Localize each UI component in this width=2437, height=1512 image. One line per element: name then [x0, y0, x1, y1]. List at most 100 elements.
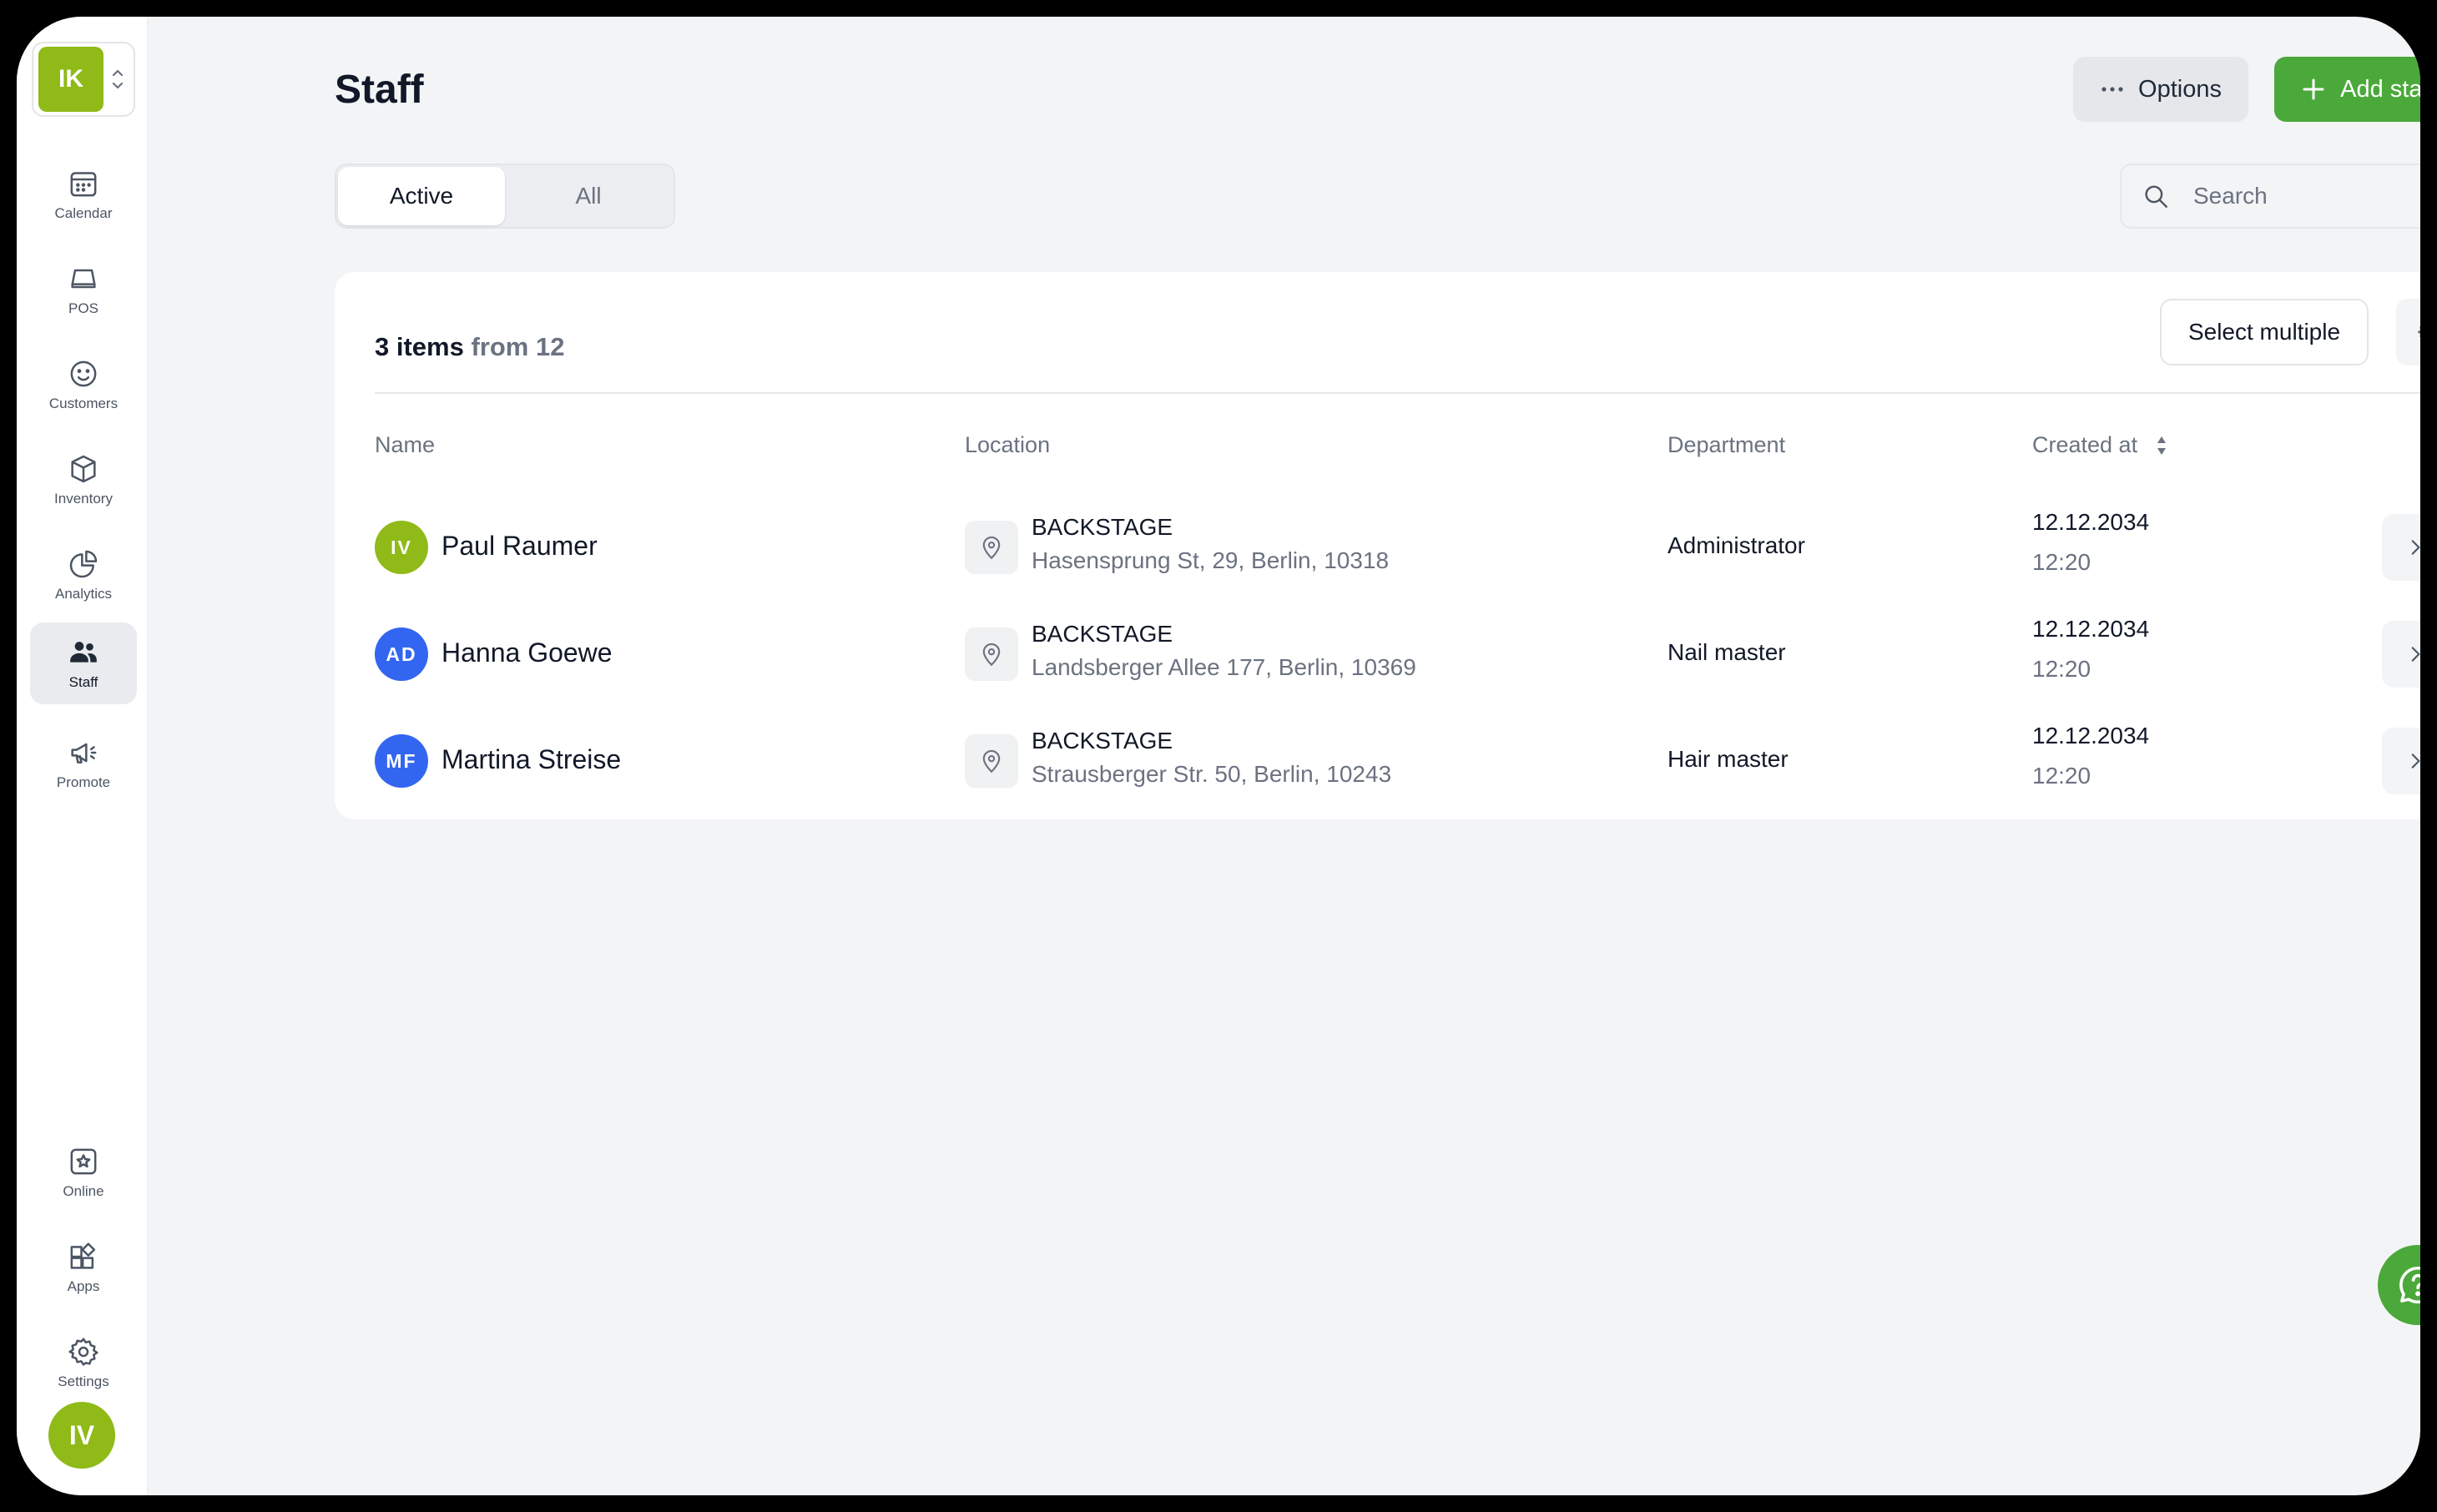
table-settings-button[interactable]: [2396, 299, 2420, 365]
staff-name: Paul Raumer: [441, 531, 598, 561]
column-header-created-at[interactable]: Created at: [2032, 432, 2167, 458]
staff-name: Hanna Goewe: [441, 638, 613, 668]
plus-icon: [2303, 78, 2324, 100]
sidebar-item-customers[interactable]: Customers: [30, 344, 137, 426]
sidebar-item-label: Customers: [48, 396, 119, 411]
sidebar-item-analytics[interactable]: Analytics: [30, 534, 137, 616]
workspace-avatar: IK: [38, 47, 103, 112]
options-button[interactable]: Options: [2073, 57, 2248, 122]
sidebar-item-label: POS: [68, 300, 98, 316]
header-divider: [375, 392, 2420, 394]
user-avatar[interactable]: IV: [48, 1402, 115, 1469]
items-count-total: from 12: [471, 332, 565, 361]
smile-icon: [70, 360, 97, 387]
app-screen: IK Calendar POS Customers Inventory Anal…: [17, 17, 2420, 1495]
items-count-shown: 3 items: [375, 332, 464, 361]
sidebar-item-inventory[interactable]: Inventory: [30, 439, 137, 521]
location-pin-icon: [965, 627, 1018, 681]
users-icon: [70, 642, 97, 663]
location-pin-icon: [965, 734, 1018, 788]
sidebar-item-label: Inventory: [54, 491, 113, 507]
staff-list-card: 3 items from 12 Select multiple Name Loc…: [335, 272, 2420, 819]
column-header-location: Location: [965, 432, 1050, 458]
location-name: BACKSTAGE: [1032, 514, 1173, 540]
status-filter-tabs: Active All: [335, 164, 675, 229]
search-icon: [2145, 185, 2167, 208]
apps-icon: [70, 1242, 96, 1269]
add-staffer-button[interactable]: Add staffer: [2274, 57, 2420, 122]
staff-department: Nail master: [1668, 639, 1786, 665]
options-label: Options: [2138, 75, 2222, 103]
sidebar-item-pos[interactable]: POS: [30, 249, 137, 330]
chevron-right-icon: [2411, 647, 2420, 662]
staff-avatar: IV: [375, 521, 428, 574]
created-date: 12.12.2034: [2032, 509, 2150, 535]
select-multiple-button[interactable]: Select multiple: [2160, 299, 2369, 365]
sidebar-item-calendar[interactable]: Calendar: [30, 154, 137, 235]
device-frame: IK Calendar POS Customers Inventory Anal…: [0, 0, 2437, 1512]
help-button[interactable]: [2378, 1245, 2420, 1325]
tab-active[interactable]: Active: [338, 167, 505, 225]
help-chat-icon: [2399, 1266, 2420, 1304]
sidebar-item-settings[interactable]: Settings: [30, 1322, 137, 1404]
created-time: 12:20: [2032, 549, 2091, 575]
location-pin-icon: [965, 521, 1018, 574]
created-date: 12.12.2034: [2032, 723, 2150, 748]
sort-icon[interactable]: [2156, 435, 2167, 456]
table-row[interactable]: AD Hanna Goewe BACKSTAGE Landsberger All…: [335, 601, 2420, 708]
table-row[interactable]: MF Martina Streise BACKSTAGE Strausberge…: [335, 708, 2420, 814]
gear-icon: [68, 1338, 98, 1366]
staff-avatar: MF: [375, 734, 428, 788]
tab-all[interactable]: All: [505, 167, 672, 225]
sidebar-item-label: Calendar: [54, 205, 113, 221]
sidebar: IK Calendar POS Customers Inventory Anal…: [17, 17, 148, 1495]
calendar-icon: [70, 172, 97, 197]
items-count: 3 items from 12: [375, 332, 564, 362]
sidebar-item-online[interactable]: Online: [30, 1131, 137, 1213]
chevron-right-icon: [2411, 753, 2420, 769]
sidebar-item-label: Promote: [56, 774, 111, 790]
location-address: Landsberger Allee 177, Berlin, 10369: [1032, 654, 1416, 680]
sidebar-item-label: Settings: [58, 1373, 109, 1389]
sidebar-item-promote[interactable]: Promote: [30, 723, 137, 804]
pos-icon: [71, 269, 96, 289]
star-icon: [70, 1148, 97, 1175]
sidebar-item-staff[interactable]: Staff: [30, 622, 137, 704]
location-address: Hasensprung St, 29, Berlin, 10318: [1032, 547, 1390, 573]
workspace-switcher[interactable]: IK: [32, 42, 135, 117]
table-row[interactable]: IV Paul Raumer BACKSTAGE Hasensprung St,…: [335, 494, 2420, 601]
more-horizontal-icon: [2101, 87, 2123, 92]
location-address: Strausberger Str. 50, Berlin, 10243: [1032, 761, 1392, 787]
created-time: 12:20: [2032, 656, 2091, 682]
open-staffer-button[interactable]: [2382, 728, 2420, 794]
gear-icon: [2417, 326, 2420, 338]
staff-department: Administrator: [1668, 532, 1805, 558]
add-staffer-label: Add staffer: [2340, 75, 2420, 103]
location-name: BACKSTAGE: [1032, 621, 1173, 647]
column-header-label: Name: [375, 432, 436, 457]
column-header-label: Created at: [2032, 432, 2138, 457]
search-input[interactable]: [2193, 183, 2420, 209]
megaphone-icon: [71, 743, 97, 764]
staff-avatar: AD: [375, 627, 428, 681]
column-header-label: Department: [1668, 432, 1786, 457]
staff-name: Martina Streise: [441, 744, 622, 774]
box-icon: [71, 455, 96, 483]
column-header-department: Department: [1668, 432, 1785, 458]
created-date: 12.12.2034: [2032, 616, 2150, 642]
location-name: BACKSTAGE: [1032, 728, 1173, 753]
staff-department: Hair master: [1668, 746, 1789, 772]
sidebar-item-label: Staff: [68, 674, 98, 690]
page-title: Staff: [335, 68, 424, 112]
created-time: 12:20: [2032, 763, 2091, 789]
sidebar-item-label: Apps: [67, 1278, 100, 1294]
column-header-name: Name: [375, 432, 435, 458]
sidebar-item-label: Analytics: [54, 586, 113, 602]
main-content: Staff Options Add staffer Active All 3 i…: [148, 17, 2420, 1495]
chevron-up-down-icon: [110, 67, 125, 92]
open-staffer-button[interactable]: [2382, 621, 2420, 688]
chevron-right-icon: [2411, 540, 2420, 555]
open-staffer-button[interactable]: [2382, 514, 2420, 581]
sidebar-item-apps[interactable]: Apps: [30, 1227, 137, 1308]
column-header-label: Location: [965, 432, 1051, 457]
